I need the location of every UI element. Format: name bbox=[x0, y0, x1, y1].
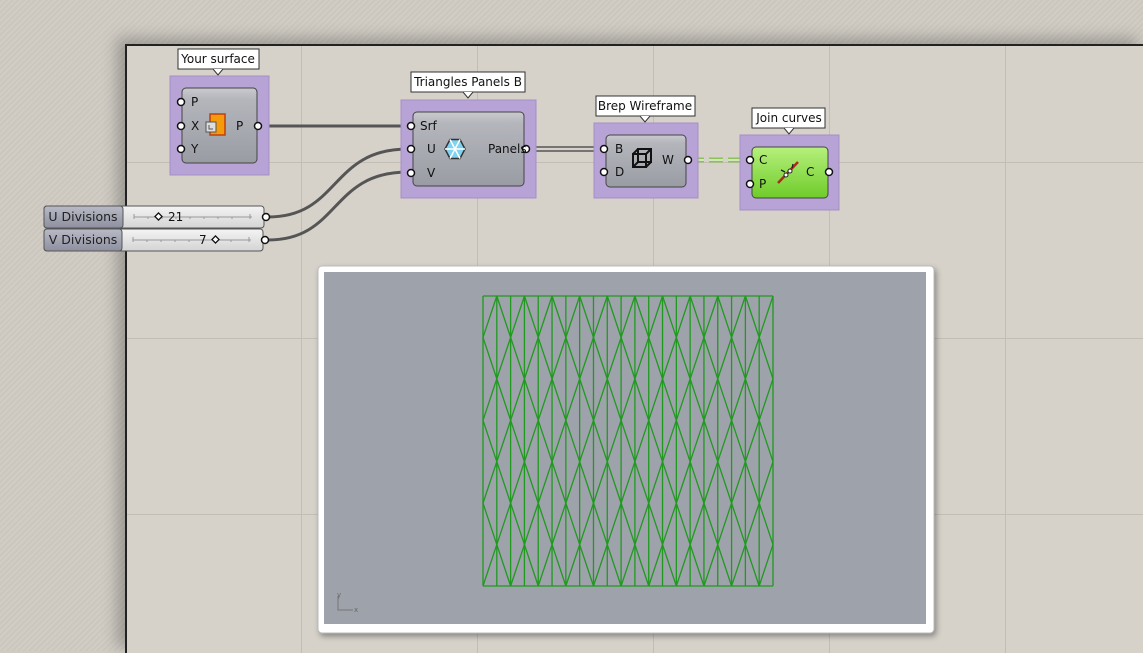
tooltip-text: Triangles Panels B bbox=[413, 75, 522, 89]
input-port[interactable] bbox=[745, 179, 755, 189]
output-port[interactable] bbox=[261, 212, 271, 222]
input-port[interactable] bbox=[176, 121, 186, 131]
svg-text:x: x bbox=[354, 606, 358, 614]
input-port[interactable] bbox=[745, 155, 755, 165]
input-port[interactable] bbox=[406, 168, 416, 178]
output-port[interactable] bbox=[683, 155, 693, 165]
wire-u-to-u bbox=[267, 147, 409, 219]
triangles-panels-component[interactable]: Triangles Panels B Srf U V Panels bbox=[400, 71, 537, 199]
output-label: C bbox=[806, 165, 814, 179]
slider-v-divisions[interactable]: V Divisions 7 bbox=[43, 228, 270, 252]
output-port[interactable] bbox=[253, 121, 263, 131]
input-port[interactable] bbox=[406, 121, 416, 131]
slider-u-divisions[interactable]: U Divisions 21 bbox=[43, 205, 271, 229]
input-port[interactable] bbox=[599, 144, 609, 154]
input-label: Srf bbox=[420, 119, 438, 133]
slider-value: 7 bbox=[199, 233, 207, 247]
slider-value: 21 bbox=[168, 210, 183, 224]
output-label: Panels bbox=[488, 142, 527, 156]
output-label: W bbox=[662, 153, 674, 167]
input-label: P bbox=[191, 95, 198, 109]
input-port[interactable] bbox=[599, 167, 609, 177]
wire-panels-to-b bbox=[526, 146, 602, 152]
input-label: U bbox=[427, 142, 436, 156]
brep-wireframe-component[interactable]: Brep Wireframe B D W bbox=[593, 95, 699, 199]
input-label: D bbox=[615, 165, 624, 179]
input-label: Y bbox=[190, 142, 199, 156]
input-label: V bbox=[427, 166, 436, 180]
tooltip-text: Brep Wireframe bbox=[598, 99, 692, 113]
input-port[interactable] bbox=[406, 144, 416, 154]
output-port[interactable] bbox=[260, 235, 270, 245]
output-port[interactable] bbox=[824, 167, 834, 177]
input-port[interactable] bbox=[176, 144, 186, 154]
tooltip-text: Join curves bbox=[755, 111, 822, 125]
input-label: X bbox=[191, 119, 199, 133]
output-label: P bbox=[236, 119, 243, 133]
hexagon-triangles-icon bbox=[444, 138, 466, 160]
input-label: C bbox=[759, 153, 767, 167]
input-label: B bbox=[615, 142, 623, 156]
node-graph: Your surface P X Y P Triangles Panels B … bbox=[43, 48, 935, 634]
input-port[interactable] bbox=[176, 97, 186, 107]
join-curves-component[interactable]: Join curves C P C bbox=[739, 107, 840, 211]
viewport-preview[interactable]: y x bbox=[317, 265, 935, 634]
slider-name: U Divisions bbox=[48, 209, 117, 224]
surface-component[interactable]: Your surface P X Y P bbox=[169, 48, 270, 176]
tooltip-text: Your surface bbox=[180, 52, 255, 66]
input-label: P bbox=[759, 177, 766, 191]
svg-text:y: y bbox=[337, 591, 341, 599]
slider-name: V Divisions bbox=[49, 232, 118, 247]
